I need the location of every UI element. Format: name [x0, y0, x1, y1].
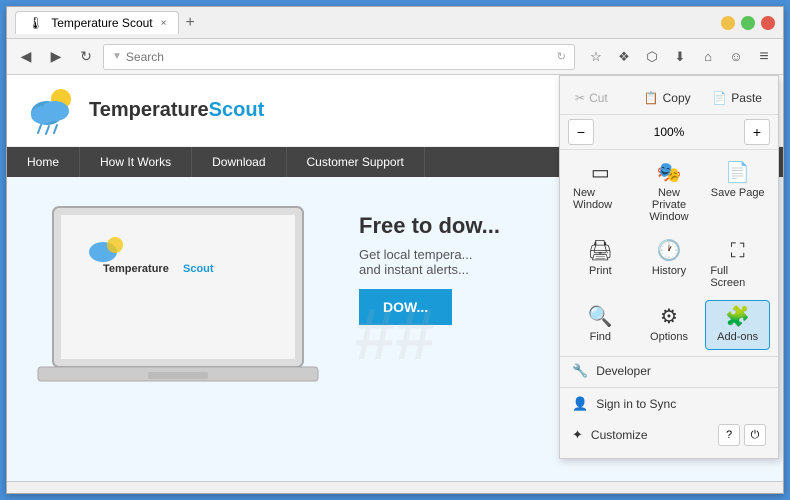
paste-icon: 📄: [712, 91, 727, 105]
reload-button[interactable]: ↻: [73, 44, 99, 70]
minimize-button[interactable]: −: [721, 16, 735, 30]
browser-tab[interactable]: 🌡 Temperature Scout ×: [15, 11, 179, 34]
menu-item-print[interactable]: 🖨 Print: [568, 234, 633, 296]
customize-label: Customize: [591, 428, 648, 442]
menu-grid: ▭ New Window 🎭 New Private Window 📄 Save…: [560, 150, 778, 357]
bookmark-button[interactable]: ☆: [583, 44, 609, 70]
menu-item-sign-in[interactable]: 👤 Sign in to Sync: [560, 390, 778, 418]
menu-item-save-page[interactable]: 📄 Save Page: [705, 156, 770, 230]
logo-text: TemperatureScout: [89, 99, 264, 122]
paste-label: Paste: [731, 91, 762, 105]
cut-label: Cut: [589, 91, 608, 105]
new-window-icon: ▭: [591, 163, 610, 183]
refresh-small-icon: ↻: [557, 50, 566, 63]
laptop-svg: Temperature Scout: [23, 197, 343, 417]
history-icon: 🕐: [657, 241, 682, 261]
menu-item-customize[interactable]: ✦ Customize ? ⏻: [560, 418, 778, 452]
logo-text-temperature: Temperature: [89, 99, 209, 121]
maximize-button[interactable]: □: [741, 16, 755, 30]
save-page-icon: 📄: [725, 163, 750, 183]
new-tab-button[interactable]: +: [181, 14, 198, 32]
site-headline-text: Free to dow...: [359, 213, 500, 238]
menu-item-addons[interactable]: 🧩 Add-ons: [705, 300, 770, 350]
address-input[interactable]: [126, 50, 553, 64]
print-icon: 🖨: [588, 241, 613, 261]
title-bar: 🌡 Temperature Scout × + − □ ×: [7, 7, 783, 39]
menu-item-new-private-window[interactable]: 🎭 New Private Window: [637, 156, 702, 230]
horizontal-scrollbar[interactable]: [7, 481, 783, 493]
svg-text:Temperature: Temperature: [103, 263, 169, 275]
laptop-image: Temperature Scout: [23, 197, 343, 417]
cut-button[interactable]: ✂ Cut: [568, 86, 633, 110]
menu-item-developer[interactable]: 🔧 Developer: [560, 357, 778, 385]
zoom-in-button[interactable]: +: [744, 119, 770, 145]
new-private-window-icon: 🎭: [657, 163, 682, 183]
paste-button[interactable]: 📄 Paste: [705, 86, 770, 110]
home-button[interactable]: ⌂: [695, 44, 721, 70]
download-button[interactable]: ⬇: [667, 44, 693, 70]
toolbar-icons: ☆ ❖ ⬡ ⬇ ⌂ ☺ ≡: [583, 44, 777, 70]
developer-icon: 🔧: [572, 363, 588, 379]
menu-item-full-screen[interactable]: ⛶ Full Screen: [705, 234, 770, 296]
site-nav-support[interactable]: Customer Support: [287, 147, 425, 177]
lock-icon: ▼: [112, 51, 122, 62]
menu-item-history[interactable]: 🕐 History: [637, 234, 702, 296]
menu-item-find[interactable]: 🔍 Find: [568, 300, 633, 350]
sync-button[interactable]: ☺: [723, 44, 749, 70]
power-button[interactable]: ⏻: [744, 424, 766, 446]
sign-in-icon: 👤: [572, 396, 588, 412]
clipboard-row: ✂ Cut 📋 Copy 📄 Paste: [560, 82, 778, 115]
firefox-menu: ✂ Cut 📋 Copy 📄 Paste − 100% +: [559, 75, 779, 459]
pocket-button[interactable]: ⬡: [639, 44, 665, 70]
menu-divider-1: [560, 387, 778, 388]
options-icon: ⚙: [660, 307, 678, 327]
help-button[interactable]: ?: [718, 424, 740, 446]
tab-close-button[interactable]: ×: [161, 18, 167, 29]
developer-label: Developer: [596, 364, 651, 378]
customize-icon: ✦: [572, 427, 583, 443]
options-label: Options: [650, 331, 688, 343]
history-label: History: [652, 265, 686, 277]
logo-icon: [23, 83, 83, 138]
addons-icon: 🧩: [725, 307, 750, 327]
print-label: Print: [589, 265, 612, 277]
zoom-row: − 100% +: [560, 115, 778, 150]
site-nav-download[interactable]: Download: [192, 147, 286, 177]
full-screen-label: Full Screen: [710, 265, 765, 289]
close-button[interactable]: ×: [761, 16, 775, 30]
copy-label: Copy: [663, 91, 691, 105]
cut-icon: ✂: [575, 91, 585, 105]
address-bar: ▼ ↻: [103, 44, 575, 70]
svg-text:Scout: Scout: [183, 263, 214, 275]
menu-item-options[interactable]: ⚙ Options: [637, 300, 702, 350]
menu-button[interactable]: ≡: [751, 44, 777, 70]
tab-title: Temperature Scout: [51, 16, 152, 30]
forward-button[interactable]: ▶: [43, 44, 69, 70]
copy-icon: 📋: [644, 91, 659, 105]
browser-window: 🌡 Temperature Scout × + − □ × ◀ ▶ ↻ ▼ ↻ …: [6, 6, 784, 494]
browser-content: TemperatureScout Home How It Works Downl…: [7, 75, 783, 481]
navigation-bar: ◀ ▶ ↻ ▼ ↻ ☆ ❖ ⬡ ⬇ ⌂ ☺ ≡: [7, 39, 783, 75]
site-cta-button[interactable]: DOW...: [359, 289, 452, 325]
full-screen-icon: ⛶: [731, 241, 745, 261]
save-page-label: Save Page: [711, 187, 765, 199]
window-controls: − □ ×: [721, 16, 775, 30]
new-private-window-label: New Private Window: [642, 187, 697, 223]
site-logo: TemperatureScout: [23, 83, 264, 138]
new-window-label: New Window: [573, 187, 628, 211]
site-nav-home[interactable]: Home: [7, 147, 80, 177]
reading-list-button[interactable]: ❖: [611, 44, 637, 70]
sign-in-label: Sign in to Sync: [596, 397, 676, 411]
find-label: Find: [590, 331, 611, 343]
copy-button[interactable]: 📋 Copy: [637, 86, 702, 110]
tab-favicon: 🌡: [28, 16, 43, 30]
find-icon: 🔍: [588, 307, 613, 327]
site-nav-how[interactable]: How It Works: [80, 147, 192, 177]
zoom-out-button[interactable]: −: [568, 119, 594, 145]
addons-label: Add-ons: [717, 331, 758, 343]
zoom-value: 100%: [598, 125, 740, 139]
menu-item-new-window[interactable]: ▭ New Window: [568, 156, 633, 230]
back-button[interactable]: ◀: [13, 44, 39, 70]
logo-text-scout: Scout: [209, 99, 265, 121]
